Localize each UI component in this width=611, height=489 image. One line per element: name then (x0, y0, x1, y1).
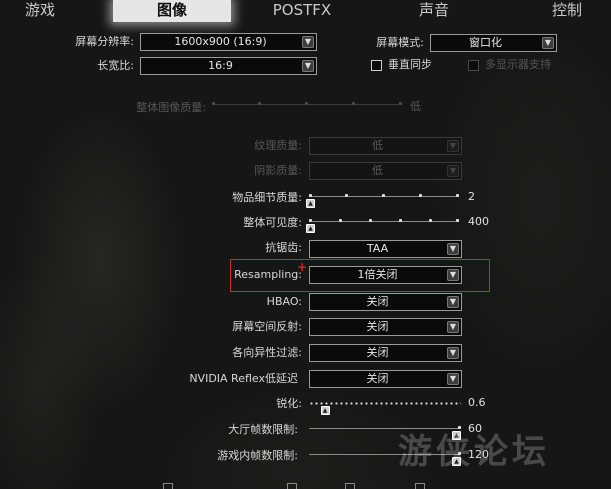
anisotropic-dropdown[interactable]: 关闭 ▼ (309, 344, 462, 362)
shadow-quality-label: 阴影质量: (254, 164, 302, 177)
resolution-value: 1600x900 (16:9) (174, 35, 267, 48)
texture-quality-dropdown: 低 ▼ (309, 137, 462, 155)
sharpen-value: 0.6 (468, 396, 486, 409)
chevron-down-icon: ▼ (302, 60, 314, 72)
object-lod-slider[interactable]: ▲ (306, 190, 459, 210)
ssr-label: 屏幕空间反射: (232, 320, 302, 333)
bottom-checkbox[interactable] (415, 483, 425, 489)
antialiasing-dropdown[interactable]: TAA ▼ (309, 240, 462, 258)
tab-controls[interactable]: 控制 (549, 0, 585, 22)
vsync-checkbox[interactable] (371, 60, 382, 71)
slider-handle-icon[interactable]: ▲ (306, 199, 315, 208)
resolution-dropdown[interactable]: 1600x900 (16:9) ▼ (140, 33, 317, 51)
chevron-down-icon: ▼ (447, 296, 459, 308)
tab-game[interactable]: 游戏 (22, 0, 58, 22)
antialiasing-label: 抗锯齿: (265, 241, 302, 254)
ssr-value: 关闭 (366, 320, 389, 333)
tab-graphics[interactable]: 图像 (113, 0, 231, 22)
forum-watermark: 游侠论坛 (398, 432, 550, 472)
overall-quality-slider (212, 98, 402, 118)
multi-monitor-checkbox (468, 60, 479, 71)
anisotropic-label: 各向异性过滤: (232, 346, 302, 359)
aspect-ratio-dropdown[interactable]: 16:9 ▼ (140, 57, 317, 75)
bottom-checkbox[interactable] (345, 483, 355, 489)
hbao-dropdown[interactable]: 关闭 ▼ (309, 293, 462, 311)
bottom-checkbox[interactable] (287, 483, 297, 489)
aspect-ratio-label: 长宽比: (97, 59, 134, 72)
chevron-down-icon: ▼ (447, 140, 459, 152)
reflex-label: NVIDIA Reflex低延迟 (189, 372, 298, 385)
tab-postfx[interactable]: POSTFX (272, 0, 332, 22)
aspect-ratio-value: 16:9 (208, 59, 233, 72)
chevron-down-icon: ▼ (447, 321, 459, 333)
tab-sound[interactable]: 声音 (416, 0, 452, 22)
bottom-checkbox[interactable] (163, 483, 173, 489)
overall-quality-value: 低 (410, 100, 421, 113)
chevron-down-icon: ▼ (542, 37, 554, 49)
texture-quality-label: 纹理质量: (254, 139, 302, 152)
anisotropic-value: 关闭 (366, 346, 389, 359)
antialiasing-value: TAA (366, 242, 389, 255)
screen-mode-dropdown[interactable]: 窗口化 ▼ (430, 34, 557, 52)
chevron-down-icon: ▼ (447, 269, 459, 281)
multi-monitor-label: 多显示器支持 (485, 58, 551, 71)
texture-quality-value: 低 (372, 139, 383, 152)
slider-handle-icon[interactable]: ▲ (306, 224, 315, 233)
resampling-value: 1倍关闭 (357, 268, 398, 281)
screen-mode-label: 屏幕模式: (376, 36, 424, 49)
object-lod-label: 物品细节质量: (232, 191, 302, 204)
lobby-fps-label: 大厅帧数限制: (228, 423, 298, 436)
object-lod-value: 2 (468, 190, 475, 203)
resolution-label: 屏幕分辨率: (75, 35, 134, 48)
chevron-down-icon: ▼ (447, 165, 459, 177)
overall-quality-label: 整体图像质量: (136, 101, 206, 114)
reflex-value: 关闭 (366, 372, 389, 385)
vsync-label: 垂直同步 (388, 58, 432, 71)
chevron-down-icon: ▼ (447, 347, 459, 359)
ingame-fps-label: 游戏内帧数限制: (217, 449, 298, 462)
chevron-down-icon: ▼ (447, 373, 459, 385)
reflex-dropdown[interactable]: 关闭 ▼ (309, 370, 462, 388)
slider-handle-icon[interactable]: ▲ (320, 406, 330, 415)
chevron-down-icon: ▼ (447, 243, 459, 255)
shadow-quality-value: 低 (372, 164, 383, 177)
chevron-down-icon: ▼ (302, 36, 314, 48)
sharpen-label: 锐化: (276, 397, 302, 410)
screen-mode-value: 窗口化 (469, 36, 502, 49)
resampling-label: Resampling: (234, 268, 302, 281)
visibility-label: 整体可见度: (243, 216, 302, 229)
visibility-value: 400 (468, 215, 489, 228)
resampling-dropdown[interactable]: 1倍关闭 ▼ (309, 266, 462, 284)
sharpen-slider[interactable]: ▲ (309, 397, 461, 417)
shadow-quality-dropdown: 低 ▼ (309, 162, 462, 180)
visibility-slider[interactable]: ▲ (306, 215, 459, 235)
hbao-value: 关闭 (366, 295, 389, 308)
hbao-label: HBAO: (266, 295, 302, 308)
ssr-dropdown[interactable]: 关闭 ▼ (309, 318, 462, 336)
